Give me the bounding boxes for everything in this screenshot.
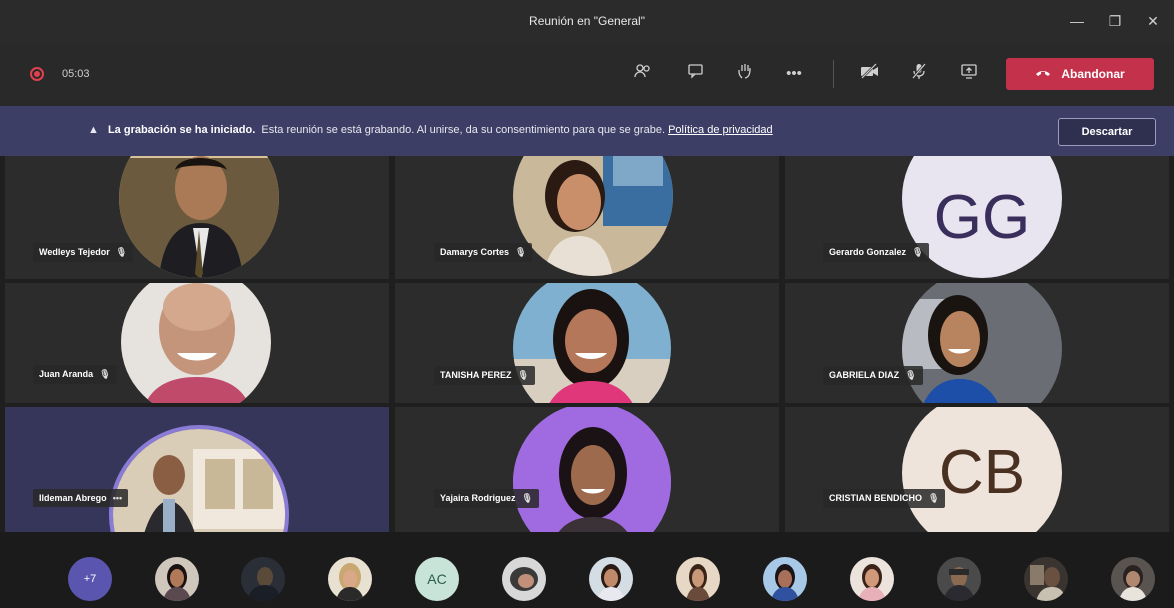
participant-name: GABRIELA DIAZ 🎙 bbox=[823, 366, 923, 385]
title-bar: Reunión en "General" — ❐ ✕ bbox=[0, 0, 1174, 44]
participant-thumbnail[interactable] bbox=[155, 557, 199, 601]
share-screen-icon[interactable] bbox=[957, 62, 981, 86]
minimize-icon[interactable]: — bbox=[1066, 10, 1088, 32]
participant-avatar bbox=[513, 407, 671, 532]
participant-name: CRISTIAN BENDICHO 🎙 bbox=[823, 489, 946, 508]
participant-tile[interactable]: Ildeman Abrego ••• bbox=[5, 407, 389, 532]
participant-avatar bbox=[119, 156, 279, 278]
participant-thumbnail[interactable] bbox=[502, 557, 546, 601]
recording-banner: ▲ La grabación se ha iniciado. Esta reun… bbox=[0, 106, 1174, 156]
recording-icon bbox=[30, 67, 44, 81]
participant-avatar bbox=[513, 283, 671, 403]
leave-button-label: Abandonar bbox=[1061, 67, 1125, 81]
participant-thumbnail[interactable] bbox=[937, 557, 981, 601]
participant-thumbnail[interactable] bbox=[850, 557, 894, 601]
mic-icon: 🎙 bbox=[905, 370, 917, 380]
participant-thumbnail[interactable] bbox=[589, 557, 633, 601]
mic-icon: 🎙 bbox=[928, 493, 940, 503]
participant-tile[interactable]: GG Gerardo Gonzalez 🎙 bbox=[785, 156, 1169, 279]
participant-tile[interactable]: Juan Aranda 🎙 bbox=[5, 283, 389, 403]
participant-thumbnail[interactable] bbox=[328, 557, 372, 601]
dismiss-button[interactable]: Descartar bbox=[1058, 118, 1156, 146]
chat-icon[interactable] bbox=[684, 62, 708, 86]
participant-thumbnail[interactable] bbox=[1024, 557, 1068, 601]
participant-name: Gerardo Gonzalez 🎙 bbox=[823, 243, 930, 262]
participant-tile[interactable]: Damarys Cortes 🎙 bbox=[395, 156, 779, 279]
banner-message: ▲ La grabación se ha iniciado. Esta reun… bbox=[88, 124, 773, 136]
participant-avatar bbox=[121, 283, 271, 403]
mic-icon: 🎙 bbox=[115, 247, 128, 257]
participant-initials-thumbnail[interactable]: AC bbox=[415, 557, 459, 601]
participant-name: TANISHA PEREZ 🎙 bbox=[434, 366, 535, 385]
meeting-timer: 05:03 bbox=[62, 68, 90, 80]
participant-tile[interactable]: Wedleys Tejedor 🎙 bbox=[5, 156, 389, 279]
banner-text: Esta reunión se está grabando. Al unirse… bbox=[261, 124, 666, 136]
window-title: Reunión en "General" bbox=[529, 14, 645, 28]
raise-hand-icon[interactable] bbox=[733, 62, 757, 86]
participant-name: Wedleys Tejedor 🎙 bbox=[33, 243, 134, 262]
leave-button[interactable]: Abandonar bbox=[1006, 58, 1154, 90]
participant-tile[interactable]: GABRIELA DIAZ 🎙 bbox=[785, 283, 1169, 403]
participant-name: Juan Aranda 🎙 bbox=[33, 365, 117, 384]
participant-tile[interactable]: Yajaira Rodriguez 🎙 bbox=[395, 407, 779, 532]
video-grid: Wedleys Tejedor 🎙 Damarys Cortes 🎙 GG Gera… bbox=[5, 156, 1169, 532]
hang-up-icon bbox=[1035, 67, 1051, 81]
meeting-toolbar: 05:03 ••• Abandonar bbox=[0, 44, 1174, 106]
participant-thumbnail[interactable] bbox=[1111, 557, 1155, 601]
participants-icon[interactable] bbox=[631, 62, 655, 86]
warning-icon: ▲ bbox=[88, 124, 99, 136]
close-icon[interactable]: ✕ bbox=[1142, 10, 1164, 32]
participant-tile[interactable]: TANISHA PEREZ 🎙 bbox=[395, 283, 779, 403]
mic-icon: 🎙 bbox=[515, 247, 527, 257]
participant-name: Ildeman Abrego ••• bbox=[33, 489, 129, 507]
participants-strip: +7 AC bbox=[0, 532, 1174, 608]
participant-name: Yajaira Rodriguez 🎙 bbox=[434, 489, 539, 508]
banner-title: La grabación se ha iniciado. bbox=[107, 124, 256, 136]
mic-off-icon[interactable] bbox=[907, 62, 931, 86]
participant-thumbnail[interactable] bbox=[676, 557, 720, 601]
participant-thumbnail[interactable] bbox=[241, 557, 285, 601]
participant-name: Damarys Cortes 🎙 bbox=[434, 243, 533, 262]
participant-avatar bbox=[113, 429, 285, 532]
participant-avatar bbox=[513, 156, 673, 276]
more-options-icon[interactable]: ••• bbox=[113, 493, 122, 503]
more-options-icon[interactable]: ••• bbox=[782, 62, 806, 86]
mic-icon: 🎙 bbox=[517, 370, 529, 380]
participant-tile[interactable]: CB CRISTIAN BENDICHO 🎙 bbox=[785, 407, 1169, 532]
participant-initials: CB bbox=[902, 407, 1062, 532]
mic-icon: 🎙 bbox=[99, 369, 111, 379]
mic-icon: 🎙 bbox=[521, 493, 533, 503]
participant-thumbnail[interactable] bbox=[763, 557, 807, 601]
camera-off-icon[interactable] bbox=[858, 62, 882, 86]
privacy-policy-link[interactable]: Política de privacidad bbox=[668, 124, 773, 136]
restore-icon[interactable]: ❐ bbox=[1104, 10, 1126, 32]
toolbar-divider bbox=[833, 60, 834, 88]
participant-avatar bbox=[902, 283, 1062, 403]
more-participants-button[interactable]: +7 bbox=[68, 557, 112, 601]
mic-icon: 🎙 bbox=[912, 247, 924, 257]
